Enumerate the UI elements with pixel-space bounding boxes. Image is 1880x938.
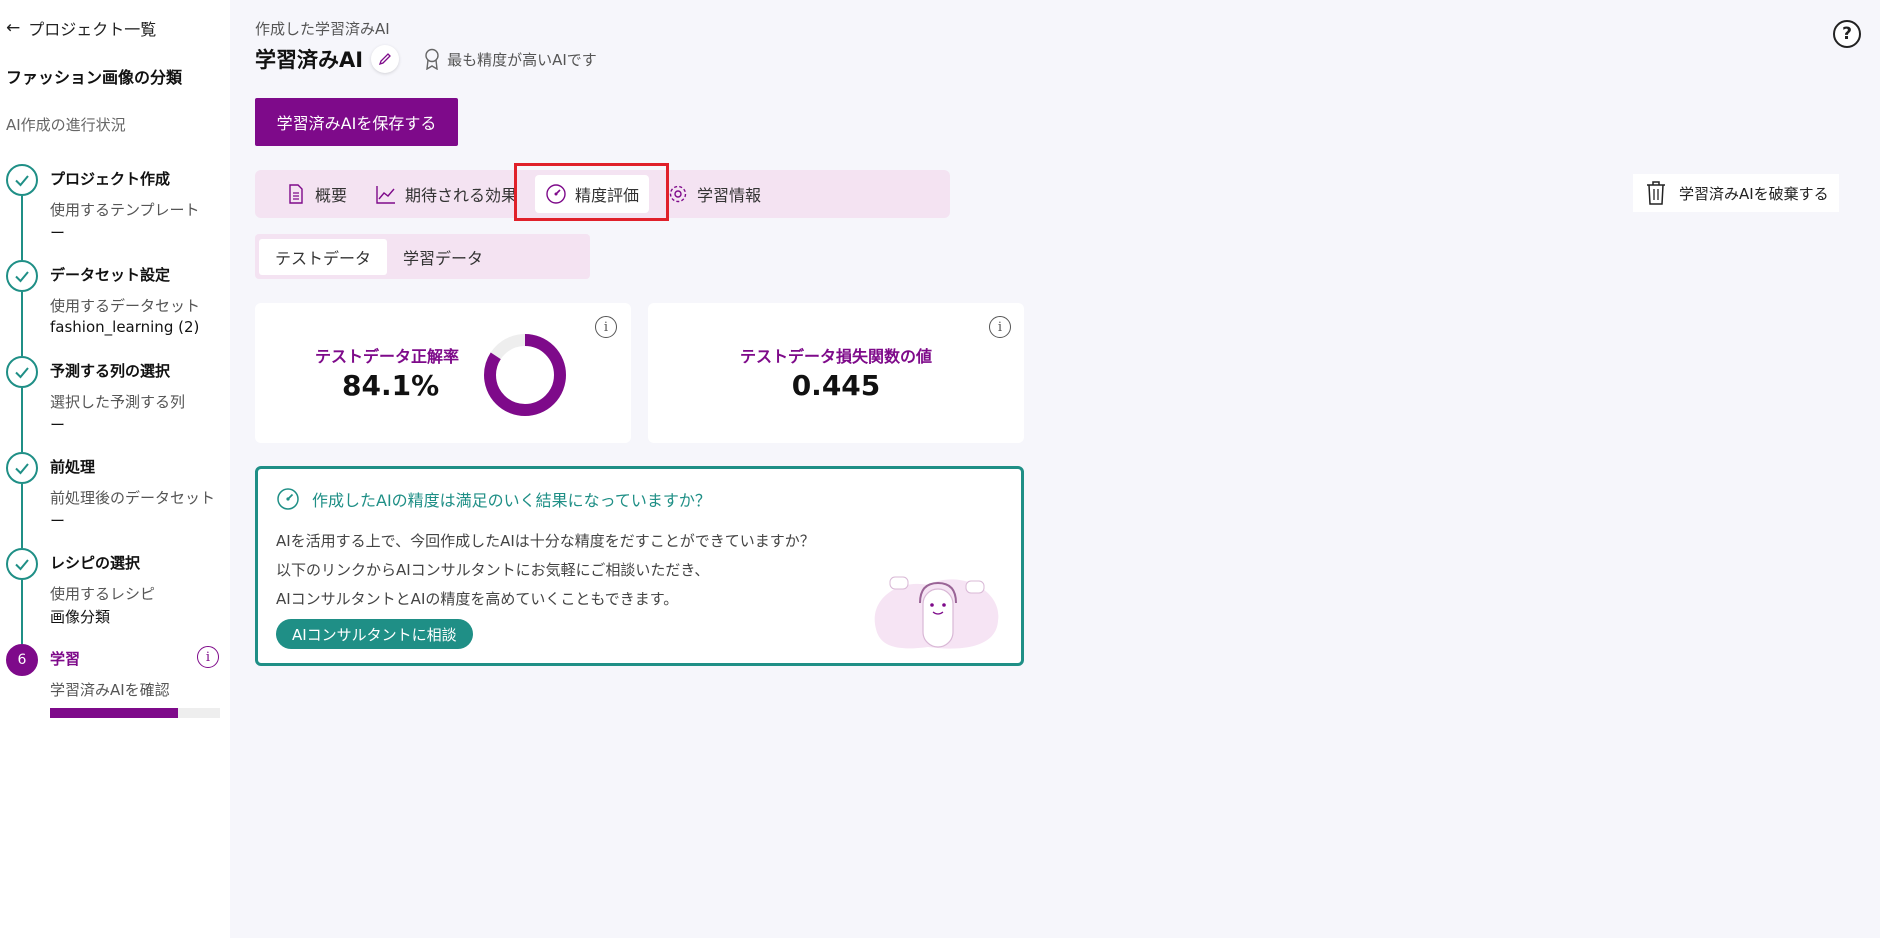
discard-model-button[interactable]: 学習済みAIを破棄する [1633,174,1839,212]
step-title: 学習 [50,650,81,668]
step-recipe[interactable]: レシピの選択 使用するレシピ 画像分類 [6,548,222,644]
check-icon [6,164,38,196]
loss-label: テストデータ損失関数の値 [739,347,932,366]
step-value: fashion_learning (2) [50,318,200,336]
back-link-label: プロジェクト一覧 [28,20,157,39]
tab-label: 概要 [315,186,348,205]
tab-label: 期待される効果 [405,186,518,205]
edit-name-button[interactable] [371,45,400,73]
consult-panel: 作成したAIの精度は満足のいく結果になっていますか？ AIを活用する上で、今回作… [255,466,1024,666]
step-title: 前処理 [50,458,96,476]
gear-icon [669,185,687,203]
consult-line: AIを活用する上で、今回作成したAIは十分な精度をだすことができていますか？ [276,532,815,550]
sidebar: ← プロジェクト一覧 ファッション画像の分類 AI作成の進行状況 プロジェクト作… [0,0,230,938]
step-target-column[interactable]: 予測する列の選択 選択した予測する列 ー [6,356,222,452]
step-training[interactable]: 6 学習 i 学習済みAIを確認 [6,644,222,740]
tab-label: 精度評価 [575,186,640,205]
accuracy-value: 84.1% [342,369,440,402]
line-chart-icon [376,186,396,204]
consult-line: AIコンサルタントとAIの精度を高めていくこともできます。 [276,590,679,608]
tab-training-info[interactable]: 学習情報 [657,175,771,213]
gauge-icon [277,488,299,510]
check-icon [6,356,38,388]
gauge-icon [546,184,566,204]
consultant-illustration [874,576,999,649]
step-title: レシピの選択 [50,554,141,572]
step-sub: 選択した予測する列 [50,393,186,411]
step-value: ー [50,224,66,242]
step-project-create[interactable]: プロジェクト作成 使用するテンプレート ー [6,164,222,260]
tab-accuracy-eval[interactable]: 精度評価 [535,175,650,213]
step-preprocess[interactable]: 前処理 前処理後のデータセット ー [6,452,222,548]
consult-line: 以下のリンクからAIコンサルタントにお気軽にご相談いただき、 [276,561,710,579]
check-icon [6,548,38,580]
info-icon[interactable]: i [989,316,1011,338]
tab-expected-effect[interactable]: 期待される効果 [365,175,527,213]
pencil-icon [379,53,391,66]
tab-label: 学習情報 [697,186,762,205]
model-title-row: 学習済みAI 最も精度が高いAIです [255,44,597,74]
consult-body: AIを活用する上で、今回作成したAIは十分な精度をだすことができていますか？ 以… [276,527,815,614]
training-progress-fill [50,708,178,718]
back-to-projects-link[interactable]: ← プロジェクト一覧 [6,16,156,40]
step-title: データセット設定 [50,266,171,284]
step-sub: 使用するテンプレート [50,201,200,219]
accuracy-card: i テストデータ正解率 84.1% [255,303,631,443]
step-number: 6 [6,644,38,676]
arrow-left-icon: ← [6,18,21,38]
check-icon [6,260,38,292]
step-connector [21,484,23,548]
info-icon[interactable]: i [595,316,617,338]
breadcrumb: 作成した学習済みAI [255,20,390,38]
step-title: プロジェクト作成 [50,170,171,188]
accuracy-donut [484,334,566,416]
project-name: ファッション画像の分類 [6,68,183,87]
save-model-button[interactable]: 学習済みAIを保存する [255,98,458,146]
progress-steps: プロジェクト作成 使用するテンプレート ー データセット設定 使用するデータセッ… [6,164,222,740]
step-sub: 学習済みAIを確認 [50,681,170,699]
award-ribbon-icon [425,48,439,70]
step-sub: 前処理後のデータセット [50,489,216,507]
step-connector [21,580,23,644]
consult-heading: 作成したAIの精度は満足のいく結果になっていますか？ [312,491,711,510]
tab-overview[interactable]: 概要 [275,175,357,213]
trash-icon [1647,181,1665,205]
info-icon[interactable]: i [197,646,219,668]
step-title: 予測する列の選択 [50,362,171,380]
discard-label: 学習済みAIを破棄する [1679,184,1829,203]
help-button[interactable]: ? [1833,20,1861,48]
step-value: 画像分類 [50,608,111,626]
main-tabs: 概要 期待される効果 精度評価 学習情報 [255,170,950,218]
training-progress-bar [50,708,220,718]
step-dataset[interactable]: データセット設定 使用するデータセット fashion_learning (2) [6,260,222,356]
step-value: ー [50,512,66,530]
step-value: ー [50,416,66,434]
best-model-label: 最も精度が高いAIです [447,50,597,69]
step-sub: 使用するデータセット [50,297,201,315]
step-connector [21,292,23,356]
data-subtabs: テストデータ 学習データ [255,234,590,279]
page-title: 学習済みAI [255,48,364,72]
best-model-badge: 最も精度が高いAIです [423,48,597,70]
consult-button[interactable]: AIコンサルタントに相談 [276,619,473,649]
document-icon [289,184,303,204]
step-connector [21,388,23,452]
subtab-test-data[interactable]: テストデータ [259,238,388,275]
step-sub: 使用するレシピ [50,585,156,603]
consult-heading-row: 作成したAIの精度は満足のいく結果になっていますか？ [276,487,711,511]
loss-value: 0.445 [791,369,881,402]
step-connector [21,196,23,260]
check-icon [6,452,38,484]
progress-title: AI作成の進行状況 [6,116,126,134]
accuracy-label: テストデータ正解率 [315,347,460,366]
subtab-training-data[interactable]: 学習データ [387,239,499,275]
loss-card: i テストデータ損失関数の値 0.445 [648,303,1024,443]
